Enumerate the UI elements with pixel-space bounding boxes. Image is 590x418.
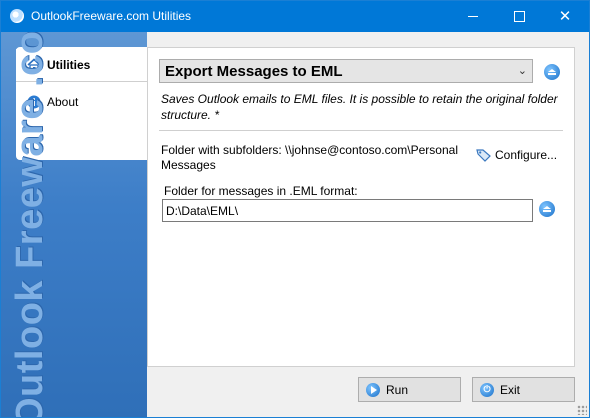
resize-grip[interactable] — [577, 405, 587, 415]
utility-description: Saves Outlook emails to EML files. It is… — [161, 92, 558, 122]
close-button[interactable]: ✕ — [542, 1, 588, 32]
app-window: OutlookFreeware.com Utilities ✕ Utilitie… — [0, 0, 590, 418]
close-icon: ✕ — [558, 8, 572, 25]
eml-folder-input[interactable] — [162, 199, 533, 222]
chevron-down-icon: ⌄ — [517, 65, 527, 77]
browse-button[interactable] — [539, 201, 555, 217]
exit-button[interactable]: ⏻ Exit — [472, 377, 575, 402]
tag-icon — [476, 148, 492, 162]
eject-icon — [548, 69, 556, 75]
eml-folder-label: Folder for messages in .EML format: — [164, 184, 358, 198]
maximize-icon — [513, 11, 525, 22]
sidebar-tab-label: Utilities — [47, 58, 91, 72]
sidebar: Utilities About Outlook Freeware .com — [1, 32, 147, 417]
maximize-button[interactable] — [496, 1, 542, 32]
title-bar[interactable]: OutlookFreeware.com Utilities ✕ — [1, 1, 589, 32]
app-icon — [10, 9, 24, 23]
run-label: Run — [386, 382, 409, 397]
minimize-button[interactable] — [450, 1, 496, 32]
utility-panel: Export Messages to EML ⌄ Saves Outlook e… — [147, 47, 575, 367]
utility-select[interactable]: Export Messages to EML ⌄ — [159, 59, 533, 83]
window-title: OutlookFreeware.com Utilities — [31, 9, 192, 23]
configure-button[interactable]: Configure... — [476, 148, 557, 162]
run-button[interactable]: Run — [358, 377, 461, 402]
utility-select-value: Export Messages to EML — [165, 62, 343, 80]
play-icon — [366, 382, 380, 397]
source-folder-label: Folder with subfolders: \\johnse@contoso… — [161, 143, 458, 172]
watermark-logo: Outlook Freeware .com — [9, 32, 51, 417]
exit-label: Exit — [500, 382, 521, 397]
configure-label: Configure... — [495, 148, 558, 162]
power-icon: ⏻ — [480, 382, 494, 397]
minimize-icon — [468, 16, 478, 17]
eject-icon — [543, 206, 551, 212]
collapse-button[interactable] — [544, 64, 560, 80]
divider — [159, 130, 563, 131]
